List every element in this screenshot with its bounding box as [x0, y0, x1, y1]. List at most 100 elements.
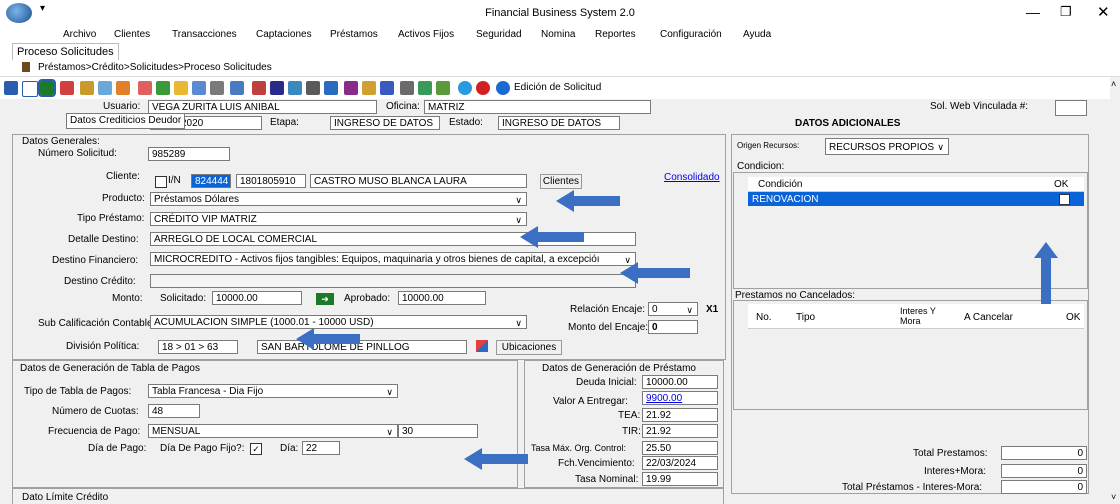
users-icon[interactable] [80, 81, 94, 95]
tipo-prestamo-select[interactable]: CRÉDITO VIP MATRIZ [150, 212, 527, 226]
window-title: Financial Business System 2.0 [485, 7, 635, 19]
menu-ayuda[interactable]: Ayuda [743, 29, 771, 40]
document-icon[interactable] [138, 81, 152, 95]
save-icon[interactable] [4, 81, 18, 95]
menu-captaciones[interactable]: Captaciones [256, 29, 312, 40]
close-icon[interactable]: ✕ [1097, 3, 1110, 21]
tipo-tabla-label: Tipo de Tabla de Pagos: [24, 386, 132, 397]
menu-seguridad[interactable]: Seguridad [476, 29, 522, 40]
credit-data-icon[interactable] [38, 79, 56, 97]
etapa-label: Etapa: [270, 117, 299, 128]
aprobado-label: Aprobado: [344, 293, 391, 304]
scroll-down-icon[interactable]: ˅ [1111, 492, 1116, 502]
menu-activos-fijos[interactable]: Activos Fijos [398, 29, 454, 40]
deuda-inicial-field: 10000.00 [642, 375, 718, 389]
maximize-icon[interactable]: ❐ [1060, 4, 1072, 20]
condicion-col-header: Condición [758, 179, 803, 190]
deuda-inicial-label: Deuda Inicial: [576, 377, 637, 388]
arrow-up-icon [1034, 242, 1058, 304]
datos-generales-title: Datos Generales: [22, 136, 100, 147]
location-icon[interactable] [476, 340, 488, 352]
destino-financiero-select[interactable]: MICROCREDITO - Activos fijos tangibles: … [150, 252, 636, 266]
numero-solicitud-field[interactable]: 985289 [148, 147, 230, 161]
monto-label: Monto: [112, 293, 143, 304]
dia-field[interactable]: 22 [302, 441, 340, 455]
edit-request-label: Edición de Solicitud [514, 82, 602, 93]
attach-icon[interactable] [400, 81, 414, 95]
book-icon[interactable] [270, 81, 284, 95]
estado-label: Estado: [449, 117, 483, 128]
producto-select[interactable]: Préstamos Dólares [150, 192, 527, 206]
export-icon[interactable] [344, 81, 358, 95]
stack-icon[interactable] [418, 81, 432, 95]
relacion-encaje-select[interactable]: 0 [648, 302, 698, 316]
spellcheck-icon[interactable] [380, 81, 394, 95]
list-icon[interactable] [22, 81, 38, 97]
solweb-label: Sol. Web Vinculada #: [930, 101, 1029, 112]
total-prestamos-label: Total Prestamos: [913, 448, 988, 459]
dia-pago-label: Día de Pago: [88, 443, 147, 454]
edit-icon[interactable] [174, 81, 188, 95]
condicion-ok-checkbox[interactable] [1059, 194, 1070, 205]
people-icon[interactable] [116, 81, 130, 95]
breadcrumb-bar: Préstamos>Crédito>Solicitudes>Proceso So… [0, 60, 1120, 77]
arrow-left-icon [296, 328, 360, 350]
dia-fijo-checkbox[interactable]: ✓ [250, 443, 262, 455]
frecuencia-pago-label: Frecuencia de Pago: [48, 426, 141, 437]
iin-checkbox[interactable] [155, 176, 167, 188]
vertical-scrollbar[interactable]: ˄ ˅ [1110, 77, 1120, 504]
people-search-icon[interactable] [362, 81, 376, 95]
info-icon[interactable] [496, 81, 510, 95]
fch-vencimiento-field: 22/03/2024 [642, 456, 718, 470]
menu-configuracion[interactable]: Configuración [660, 29, 722, 40]
cliente-code-field[interactable]: 824444 [191, 174, 231, 188]
group-icon[interactable] [98, 81, 112, 95]
destino-credito-field [150, 274, 636, 288]
tea-field: 21.92 [642, 408, 718, 422]
frecuencia-pago-select[interactable]: MENSUAL [148, 424, 398, 438]
arrow-left-icon [556, 190, 620, 212]
report-icon[interactable] [60, 81, 74, 95]
clientes-button[interactable]: Clientes [540, 174, 582, 189]
table-icon[interactable] [230, 81, 244, 95]
folder-icon[interactable] [288, 81, 302, 95]
arrow-left-icon [464, 448, 528, 470]
menu-nomina[interactable]: Nomina [541, 29, 575, 40]
menu-clientes[interactable]: Clientes [114, 29, 150, 40]
origen-recursos-select[interactable]: RECURSOS PROPIOS [825, 138, 949, 155]
sub-calificacion-select[interactable]: ACUMULACION SIMPLE (1000.01 - 10000 USD) [150, 315, 527, 329]
solweb-field[interactable] [1055, 100, 1087, 116]
chart-icon[interactable] [156, 81, 170, 95]
fch-vencimiento-label: Fch.Vencimiento: [558, 458, 635, 469]
tooltip: Datos Crediticios Deudor [66, 113, 186, 129]
division-name-field: SAN BARTOLOME DE PINLLOG [257, 340, 467, 354]
menu-transacciones[interactable]: Transacciones [172, 29, 237, 40]
pen-icon[interactable] [252, 81, 266, 95]
tipo-tabla-select[interactable]: Tabla Francesa - Dia Fijo [148, 384, 398, 398]
numero-cuotas-field[interactable]: 48 [148, 404, 200, 418]
cliente-label: Cliente: [106, 171, 140, 182]
print-icon[interactable] [306, 81, 320, 95]
stop-icon[interactable] [476, 81, 490, 95]
transfer-icon[interactable]: ➜ [316, 293, 334, 305]
relacion-encaje-label: Relación Encaje: [570, 304, 646, 315]
consolidado-link[interactable]: Consolidado [664, 172, 720, 183]
tools-icon[interactable] [436, 81, 450, 95]
tree-icon[interactable] [210, 81, 224, 95]
minimize-icon[interactable]: — [1026, 4, 1040, 20]
scroll-up-icon[interactable]: ˄ [1111, 79, 1116, 89]
menu-reportes[interactable]: Reportes [595, 29, 636, 40]
menu-prestamos[interactable]: Préstamos [330, 29, 378, 40]
ubicaciones-button[interactable]: Ubicaciones [496, 340, 562, 355]
calendar-icon[interactable] [324, 81, 338, 95]
arrow-left-icon [620, 262, 690, 284]
tab-strip: Proceso Solicitudes [0, 43, 1120, 61]
cliente-id-field[interactable]: 1801805910 [236, 174, 306, 188]
tab-proceso-solicitudes[interactable]: Proceso Solicitudes [12, 43, 119, 60]
folder-icon [22, 62, 30, 72]
valor-entregar-field[interactable]: 9900.00 [642, 391, 718, 405]
solicitado-field[interactable]: 10000.00 [212, 291, 302, 305]
menu-archivo[interactable]: Archivo [63, 29, 96, 40]
copy-icon[interactable] [192, 81, 206, 95]
globe-icon[interactable] [458, 81, 472, 95]
